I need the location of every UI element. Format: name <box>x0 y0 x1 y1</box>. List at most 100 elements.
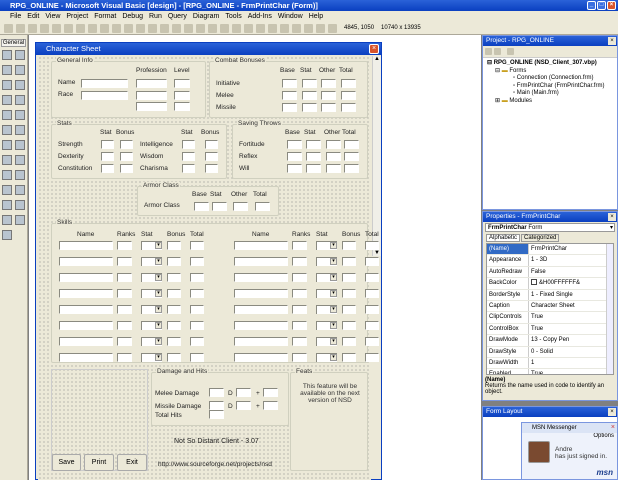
property-row[interactable]: ClipControls True <box>487 312 613 324</box>
armor-field[interactable] <box>255 202 270 211</box>
toolbar-button-icon[interactable] <box>112 23 121 33</box>
skill-field[interactable] <box>190 241 204 250</box>
toolbox-tab-general[interactable]: General <box>1 39 26 47</box>
tab-categorized[interactable]: Categorized <box>521 234 560 242</box>
skill-field[interactable] <box>342 241 356 250</box>
vertical-scrollbar[interactable]: ▲ ▼ <box>372 56 381 256</box>
skill-field[interactable] <box>292 257 307 266</box>
toolbar-button-icon[interactable] <box>184 23 193 33</box>
save-field[interactable] <box>326 152 341 161</box>
skill-field[interactable] <box>190 289 204 298</box>
text-field[interactable] <box>209 401 224 410</box>
property-row[interactable]: DrawStyle 0 - Solid <box>487 346 613 358</box>
menu-run[interactable]: Run <box>149 11 162 22</box>
menu-format[interactable]: Format <box>94 11 116 22</box>
skill-field[interactable] <box>342 305 356 314</box>
stat-dropdown[interactable]: ▾ <box>316 257 337 266</box>
text-field[interactable] <box>182 164 195 173</box>
toolbar-button-icon[interactable] <box>64 23 73 33</box>
stat-dropdown[interactable]: ▾ <box>316 353 337 362</box>
line-tool-icon[interactable] <box>15 170 25 180</box>
print-button[interactable]: Print <box>84 454 114 471</box>
misc-tool-icon[interactable] <box>2 230 12 240</box>
toolbar-button-icon[interactable] <box>16 23 25 33</box>
menu-query[interactable]: Query <box>168 11 187 22</box>
toolbar-button-icon[interactable] <box>76 23 85 33</box>
property-value[interactable]: True <box>529 324 613 334</box>
view-object-icon[interactable] <box>493 48 501 55</box>
combat-field[interactable] <box>302 91 317 100</box>
dirlist-tool-icon[interactable] <box>2 155 12 165</box>
skill-field[interactable] <box>117 337 132 346</box>
armor-field[interactable] <box>194 202 209 211</box>
skill-field[interactable] <box>190 257 204 266</box>
armor-field[interactable] <box>233 202 248 211</box>
stat-dropdown[interactable]: ▾ <box>141 289 162 298</box>
stat-dropdown[interactable]: ▾ <box>141 241 162 250</box>
grid-tool-icon[interactable] <box>15 200 25 210</box>
menu-file[interactable]: File <box>10 11 21 22</box>
skill-field[interactable] <box>342 337 356 346</box>
text-field[interactable] <box>209 388 224 397</box>
listbox-tool-icon[interactable] <box>15 110 25 120</box>
skill-field[interactable] <box>365 337 379 346</box>
skill-name-field[interactable] <box>234 337 288 346</box>
combat-field[interactable] <box>282 91 297 100</box>
skill-name-field[interactable] <box>59 273 113 282</box>
skill-field[interactable] <box>190 337 204 346</box>
data-tool-icon[interactable] <box>15 185 25 195</box>
property-row[interactable]: DrawMode 13 - Copy Pen <box>487 335 613 347</box>
view-code-icon[interactable] <box>485 48 492 55</box>
checkbox-tool-icon[interactable] <box>2 95 12 105</box>
frame-tool-icon[interactable] <box>2 80 12 90</box>
level-field[interactable] <box>174 102 190 111</box>
text-field[interactable] <box>120 140 133 149</box>
skill-field[interactable] <box>292 241 307 250</box>
property-value[interactable]: &H00FFFFFF& <box>529 278 613 288</box>
skill-field[interactable] <box>292 305 307 314</box>
exit-button[interactable]: Exit <box>117 454 147 471</box>
toolbar-button-icon[interactable] <box>280 23 289 33</box>
commandbutton-tool-icon[interactable] <box>15 80 25 90</box>
skill-field[interactable] <box>365 321 379 330</box>
textbox-tool-icon[interactable] <box>15 65 25 75</box>
skill-field[interactable] <box>117 273 132 282</box>
property-row[interactable]: ControlBox True <box>487 323 613 336</box>
stat-dropdown[interactable]: ▾ <box>316 289 337 298</box>
skill-field[interactable] <box>365 305 379 314</box>
menu-view[interactable]: View <box>45 11 60 22</box>
property-value[interactable]: 1 - Fixed Single <box>529 290 613 300</box>
property-value[interactable]: 13 - Copy Pen <box>529 335 613 345</box>
save-field[interactable] <box>306 164 321 173</box>
property-row[interactable]: BackColor &H00FFFFFF& <box>487 278 613 290</box>
optionbutton-tool-icon[interactable] <box>15 95 25 105</box>
skill-field[interactable] <box>342 353 356 362</box>
image-tool-icon[interactable] <box>2 185 12 195</box>
property-value[interactable]: Character Sheet <box>529 301 613 311</box>
combobox-tool-icon[interactable] <box>2 110 12 120</box>
text-field[interactable] <box>263 388 278 397</box>
save-field[interactable] <box>344 164 359 173</box>
stat-dropdown[interactable]: ▾ <box>141 337 162 346</box>
menu-help[interactable]: Help <box>309 11 323 22</box>
menu-edit[interactable]: Edit <box>27 11 39 22</box>
race-field[interactable] <box>81 91 128 100</box>
combat-field[interactable] <box>282 103 297 112</box>
combat-field[interactable] <box>321 103 336 112</box>
object-select[interactable]: FrmPrintChar Form ▾ <box>485 223 615 232</box>
skill-name-field[interactable] <box>59 257 113 266</box>
toolbar-button-icon[interactable] <box>124 23 133 33</box>
skill-field[interactable] <box>365 241 379 250</box>
ole-tool-icon[interactable] <box>2 200 12 210</box>
skill-field[interactable] <box>167 337 181 346</box>
menu-window[interactable]: Window <box>278 11 303 22</box>
menu-diagram[interactable]: Diagram <box>193 11 219 22</box>
tree-folder-forms[interactable]: ⊟ ▬ Forms <box>487 68 613 76</box>
armor-field[interactable] <box>212 202 227 211</box>
save-field[interactable] <box>344 152 359 161</box>
skill-field[interactable] <box>342 273 356 282</box>
combat-field[interactable] <box>302 79 317 88</box>
skill-field[interactable] <box>167 241 181 250</box>
skill-field[interactable] <box>292 353 307 362</box>
profession-field[interactable] <box>136 91 167 100</box>
